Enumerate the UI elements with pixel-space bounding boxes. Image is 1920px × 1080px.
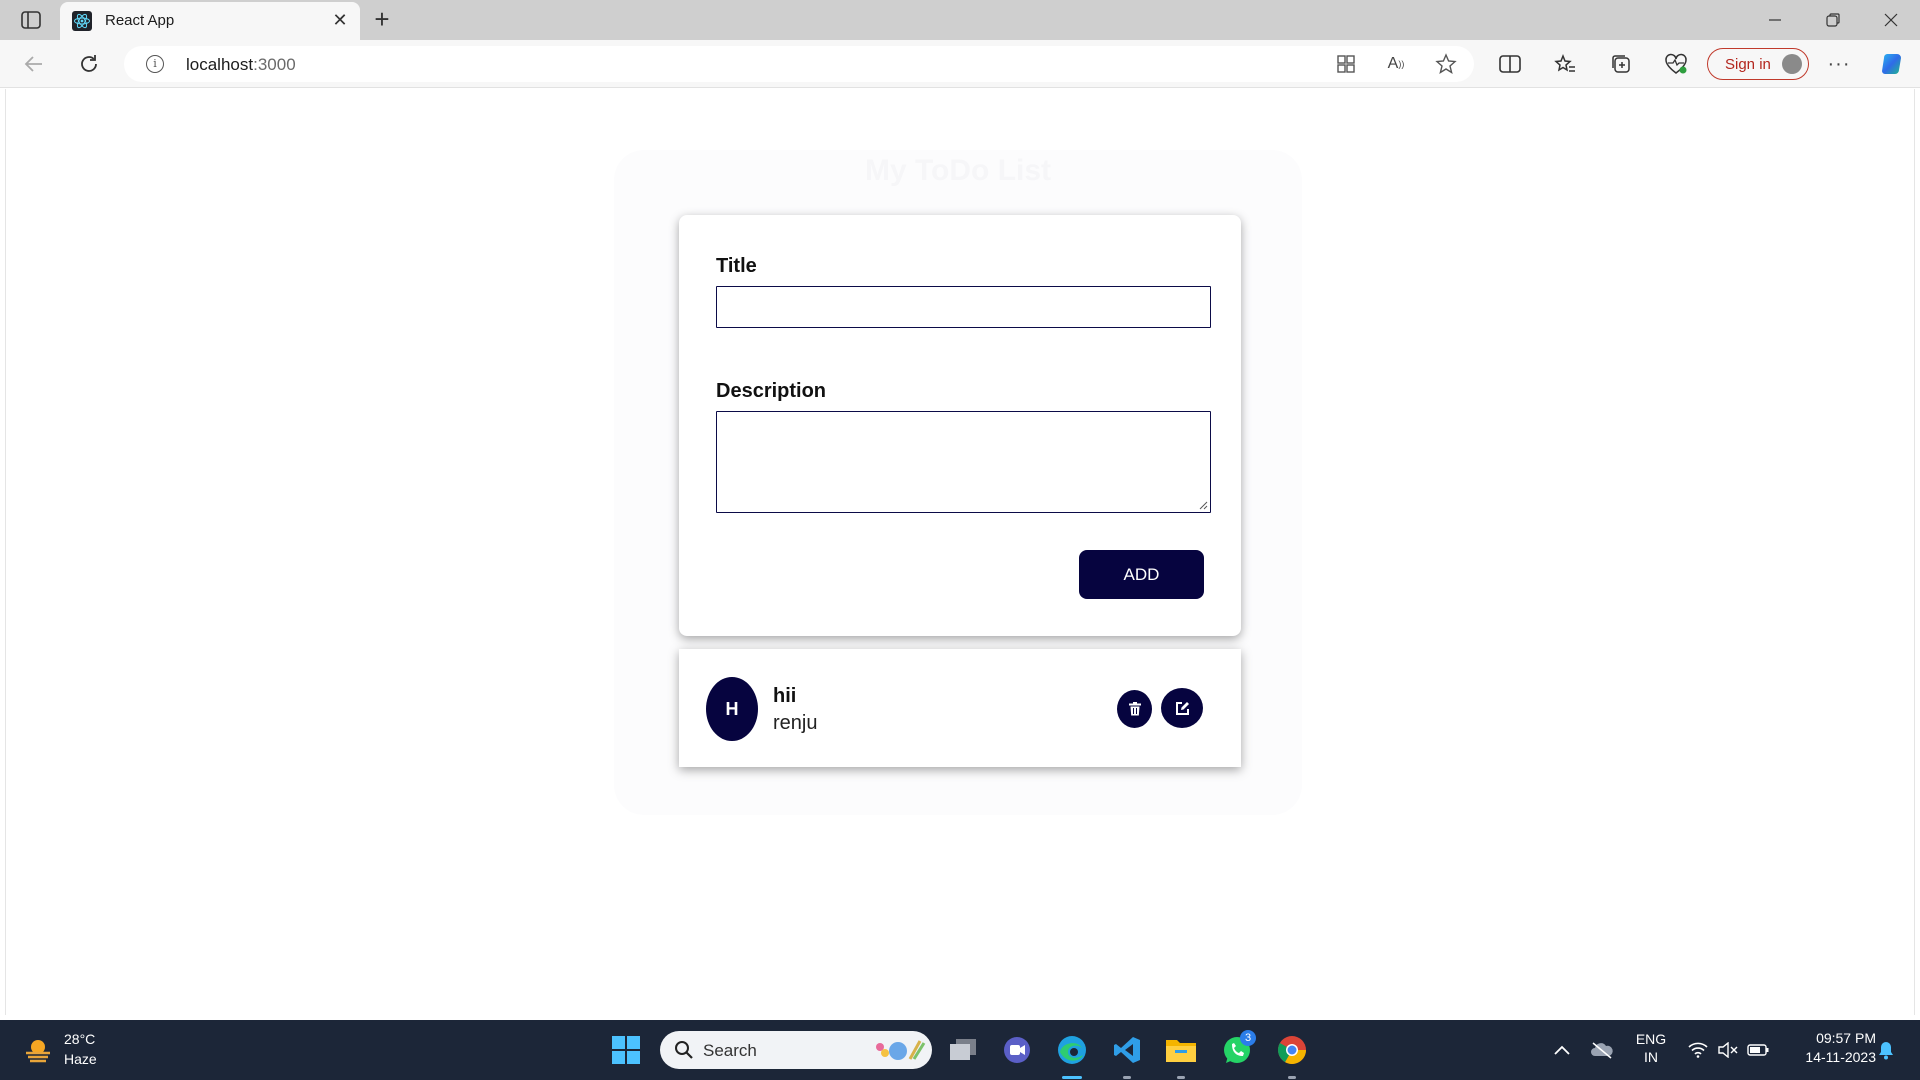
edge-icon[interactable] [1054, 1032, 1090, 1068]
bell-icon[interactable] [1870, 1032, 1902, 1068]
file-explorer-icon[interactable] [1163, 1032, 1199, 1068]
task-view-icon[interactable] [945, 1032, 981, 1068]
close-icon[interactable]: ✕ [330, 10, 350, 30]
react-favicon [72, 11, 92, 31]
address-bar[interactable]: i localhost:3000 A)) [124, 46, 1474, 82]
clock-time: 09:57 PM [1816, 1030, 1876, 1046]
search-highlight-icon [876, 1040, 926, 1060]
edit-icon [1175, 701, 1189, 715]
chrome-running-indicator [1288, 1076, 1296, 1079]
onedrive-icon[interactable] [1584, 1032, 1620, 1068]
browser-tab-strip: React App ✕ + [0, 0, 1920, 40]
weather-condition[interactable]: Haze [64, 1051, 97, 1067]
back-icon[interactable] [20, 50, 48, 78]
chevron-up-icon[interactable] [1544, 1032, 1580, 1068]
read-aloud-icon[interactable]: A)) [1382, 50, 1410, 78]
apps-icon[interactable] [1332, 50, 1360, 78]
title-input[interactable] [716, 286, 1211, 328]
info-icon[interactable]: i [146, 55, 164, 73]
add-button[interactable]: ADD [1079, 550, 1204, 599]
trash-icon [1128, 702, 1141, 716]
search-icon [675, 1041, 693, 1059]
clock-date: 14-11-2023 [1805, 1049, 1876, 1065]
copilot-icon[interactable] [1879, 50, 1907, 78]
description-label: Description [716, 380, 827, 402]
url-text: localhost:3000 [186, 55, 296, 74]
windows-taskbar: 28°C Haze Search 3 ENG IN 09:57 PM 14-11… [0, 1020, 1920, 1080]
sign-in-label: Sign in [1725, 56, 1771, 73]
taskbar-search[interactable]: Search [660, 1031, 932, 1069]
clock[interactable]: 09:57 PM 14-11-2023 [1780, 1030, 1876, 1065]
sign-in-button[interactable]: Sign in [1707, 48, 1809, 80]
performance-icon[interactable] [1662, 50, 1690, 78]
split-screen-icon[interactable] [1496, 50, 1524, 78]
teams-icon[interactable] [999, 1032, 1035, 1068]
search-label: Search [703, 1041, 757, 1060]
description-textarea[interactable] [716, 411, 1211, 513]
chrome-icon[interactable] [1274, 1032, 1310, 1068]
profile-avatar-icon [1782, 54, 1802, 74]
explorer-running-indicator [1177, 1076, 1185, 1079]
avatar: H [706, 677, 758, 741]
edge-active-indicator [1062, 1076, 1082, 1079]
battery-icon[interactable] [1740, 1032, 1776, 1068]
todo-title: hii [773, 685, 797, 707]
edit-button[interactable] [1161, 688, 1203, 728]
tab-actions-icon[interactable] [14, 9, 48, 31]
plus-icon[interactable]: + [368, 6, 396, 34]
title-label: Title [716, 255, 757, 277]
browser-tab-active[interactable]: React App ✕ [60, 2, 360, 40]
todo-item: H hii renju [679, 649, 1241, 767]
refresh-icon[interactable] [75, 50, 103, 78]
windows-icon[interactable] [608, 1032, 644, 1068]
weather-haze-icon[interactable] [24, 1035, 54, 1065]
more-icon[interactable]: ··· [1825, 50, 1853, 78]
browser-toolbar: i localhost:3000 A)) Sign in ··· [0, 40, 1920, 88]
collections-icon[interactable] [1607, 50, 1635, 78]
whatsapp-badge: 3 [1240, 1030, 1256, 1046]
close-window-icon[interactable] [1868, 6, 1914, 34]
page-title: My ToDo List [864, 154, 1052, 187]
weather-temperature[interactable]: 28°C [64, 1031, 95, 1047]
restore-icon[interactable] [1810, 6, 1856, 34]
star-icon[interactable] [1432, 50, 1460, 78]
delete-button[interactable] [1117, 690, 1152, 728]
vscode-icon[interactable] [1109, 1032, 1145, 1068]
language-indicator[interactable]: ENG IN [1628, 1031, 1674, 1065]
minimize-icon[interactable] [1752, 6, 1798, 34]
vscode-running-indicator [1123, 1076, 1131, 1079]
resize-grip-icon[interactable] [1198, 500, 1208, 510]
todo-form-card: Title Description ADD [679, 215, 1241, 636]
favorites-icon[interactable] [1551, 50, 1579, 78]
todo-description: renju [773, 712, 818, 734]
tab-title: React App [105, 12, 175, 29]
